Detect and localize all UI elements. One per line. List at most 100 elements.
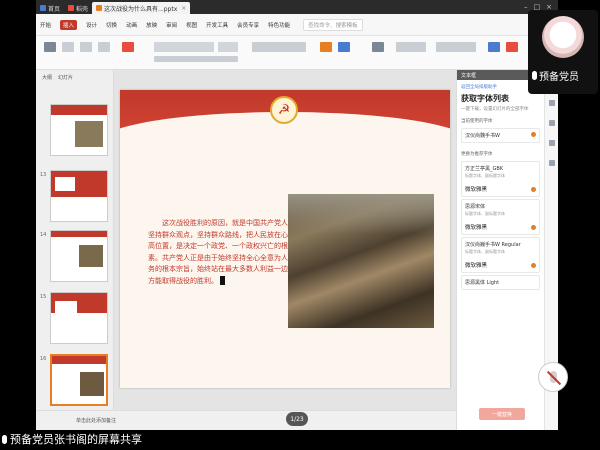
textbox-icon[interactable] [372,42,384,52]
slide-body-textbox[interactable]: 这次战役胜利的原因，就是中国共产党人始终坚持群众观点，坚持群众路线，把人民放在心… [148,218,306,287]
panel-description: 一键下载，设置幻灯片的全部字体 [461,107,529,112]
font-usage: 标题字体、副标题字体 [465,173,505,178]
font-select[interactable] [154,42,214,52]
thumbnail-image [80,372,104,396]
menu-item[interactable]: 插入 [60,19,78,30]
microphone-icon [2,434,7,444]
mute-toggle-button[interactable] [538,362,568,392]
command-search-input[interactable]: 查找命令、搜索模板 [303,18,363,31]
menu-item[interactable]: 视图 [186,21,197,29]
menu-item[interactable]: 审阅 [166,21,177,29]
tab-document[interactable]: 这次战役为什么具有...pptx × [92,2,191,14]
minimize-icon[interactable]: – [524,3,528,11]
battle-painting-image[interactable] [288,194,434,328]
style-icon[interactable] [549,100,555,106]
webcam-tile: 预备党员 [528,10,598,94]
ribbon-toolbar [36,36,558,70]
picture-icon[interactable] [338,42,350,52]
docer-icon [68,5,75,11]
title-bar: 首页 稻壳 这次战役为什么具有...pptx × – □ × [36,0,558,14]
animation-icon[interactable] [549,120,555,126]
replace-icon[interactable] [531,187,536,192]
notes-placeholder[interactable]: 单击此处添加备注 [76,417,116,424]
replace-icon[interactable] [531,225,536,230]
tab-outline[interactable]: 大纲 [42,74,52,81]
tab-slides[interactable]: 幻灯片 [58,74,73,81]
font-name: 汉仪尚巍手书W Regular [465,242,521,248]
thumbnail-banner [51,231,107,237]
recommended-fonts-label: 更换为推荐字体 [461,152,493,157]
thumbnail-number: 15 [40,294,47,300]
thumbnail-banner [51,105,107,115]
font-card[interactable]: 汉仪尚魏手书W [461,128,540,143]
slide-thumbnail[interactable] [50,170,108,222]
panel-header-title: 文本框 [461,72,477,79]
menu-item[interactable]: 会员专享 [237,21,259,29]
thumbnail-title-box [55,177,75,191]
more-icon[interactable] [549,160,555,166]
shape-icon[interactable] [320,42,332,52]
menu-item[interactable]: 切换 [106,21,117,29]
tab-docer[interactable]: 稻壳 [64,2,92,14]
font-usage: 标题字体、副标题字体 [465,211,505,216]
find-icon[interactable] [488,42,500,52]
paste-icon[interactable] [44,42,56,52]
thumbnail-banner [52,356,106,364]
pptx-icon [96,5,103,11]
slide-thumbnail[interactable] [50,104,108,156]
apply-replace-button[interactable]: 一键替换 [479,408,525,420]
font-name: 方正兰亭黑_GBK [465,166,504,172]
current-slide[interactable]: ☭ 这次战役胜利的原因，就是中国共产党人始终坚持群众观点，坚持群众路线，把人民放… [120,90,450,388]
thumbnail-number: 13 [40,172,47,178]
font-card[interactable]: 思源黑体 Light [461,275,540,290]
new-slide-icon[interactable] [122,42,134,52]
status-bar: 单击此处添加备注 [36,410,456,430]
paragraph-group[interactable] [252,42,306,52]
arrange-group[interactable] [396,42,426,52]
thumbnail-title-box [55,301,77,327]
thumbnail-number: 16 [40,356,47,362]
slide-thumbnail-panel: 大纲 幻灯片 13 14 15 16 [36,70,114,410]
text-format-group[interactable] [154,56,238,62]
slide-thumbnail[interactable] [50,230,108,282]
font-name: 思源宋体 [465,204,486,210]
close-icon[interactable]: × [181,5,186,12]
layout-assistant-icon[interactable] [506,42,518,52]
menu-bar: 开始 插入 设计 切换 动画 放映 审阅 视图 开发工具 会员专享 特色功能 查… [36,14,558,36]
menu-item[interactable]: 开始 [40,21,51,29]
cut-icon[interactable] [62,42,74,52]
screen-share-view: 首页 稻壳 这次战役为什么具有...pptx × – □ × 开始 插入 设计 … [0,0,600,450]
font-card[interactable]: 方正兰亭黑_GBK 标题字体、副标题字体 微软雅黑 [461,161,540,197]
menu-item[interactable]: 特色功能 [268,21,290,29]
wps-presentation-window: 首页 稻壳 这次战役为什么具有...pptx × – □ × 开始 插入 设计 … [36,0,558,430]
replace-icon[interactable] [531,263,536,268]
page-indicator: 1/23 [286,412,308,426]
tab-label: 首页 [48,5,61,13]
replacement-font: 微软雅黑 [465,187,488,193]
font-usage: 标题字体、副标题字体 [465,249,505,254]
menu-item[interactable]: 设计 [86,21,97,29]
menu-item[interactable]: 开发工具 [206,21,228,29]
participant-name: 预备党员 [539,72,579,83]
download-icon[interactable] [531,132,536,137]
replacement-font: 微软雅黑 [465,225,488,231]
font-size-select[interactable] [218,42,238,52]
thumbnail-image [75,121,103,147]
menu-item[interactable]: 动画 [126,21,137,29]
copy-icon[interactable] [80,42,92,52]
style-group[interactable] [436,42,476,52]
font-card[interactable]: 思源宋体 标题字体、副标题字体 微软雅黑 [461,199,540,235]
font-card[interactable]: 汉仪尚巍手书W Regular 标题字体、副标题字体 微软雅黑 [461,237,540,273]
tab-home[interactable]: 首页 [36,2,64,14]
slide-thumbnail-selected[interactable] [50,354,108,406]
menu-item[interactable]: 放映 [146,21,157,29]
microphone-icon [532,71,537,80]
slide-thumbnail[interactable] [50,292,108,344]
format-painter-icon[interactable] [98,42,110,52]
layout-icon[interactable] [549,140,555,146]
font-name: 思源黑体 Light [465,280,500,286]
tab-label: 这次战役为什么具有...pptx [104,5,178,13]
font-assistant-panel: 文本框 × 返回全局排版助手 获取字体列表 一键下载，设置幻灯片的全部字体 当前… [456,70,544,430]
tab-label: 稻壳 [76,5,89,13]
slide-body-text: 这次战役胜利的原因，就是中国共产党人始终坚持群众观点，坚持群众路线，把人民放在心… [148,219,302,285]
